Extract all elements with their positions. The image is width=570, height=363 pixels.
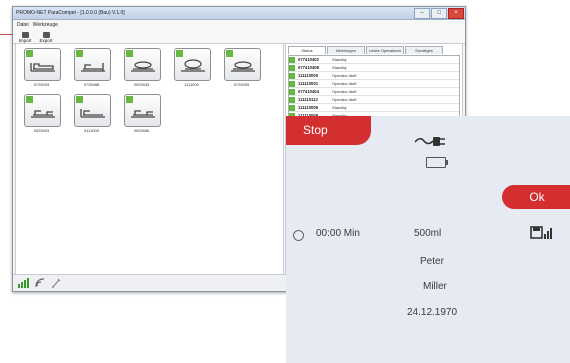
bed-label: 0725039: [233, 82, 250, 87]
device-id: 077410404: [298, 89, 319, 94]
status-swatch: [289, 104, 295, 111]
list-item[interactable]: 111110112 Operator läuft: [289, 96, 459, 104]
signal-icon: [18, 278, 29, 288]
bed-icon: [81, 63, 105, 72]
status-indicator: [126, 50, 133, 57]
close-button[interactable]: ×: [448, 8, 464, 19]
device-id: 111110001: [298, 81, 319, 86]
tab-meldungen[interactable]: Meldungen: [327, 46, 365, 54]
bed-tile[interactable]: 0025556: [124, 94, 162, 134]
export-button[interactable]: Export: [37, 32, 55, 43]
patient-last-name: Miller: [423, 281, 447, 292]
status-indicator: [76, 96, 83, 103]
status-indicator: [26, 96, 33, 103]
bed-icon: [31, 110, 55, 118]
bed-icon: [80, 109, 105, 118]
bed-tile[interactable]: 0025533: [124, 48, 162, 88]
battery-icon: [426, 157, 448, 168]
patient-first-name: Peter: [420, 256, 444, 267]
menu-datei[interactable]: Datei: [17, 22, 29, 28]
ok-button[interactable]: Ok: [502, 185, 570, 209]
device-id: 077410402: [298, 57, 319, 62]
device-id: 111110112: [298, 97, 318, 102]
device-id: 111110000: [298, 73, 319, 78]
bed-label: 0025533: [133, 82, 150, 87]
status-indicator: [76, 50, 83, 57]
bed-tile[interactable]: 0111000: [74, 94, 112, 134]
device-status: Standby: [332, 105, 347, 110]
device-id: 111110006: [298, 105, 319, 110]
device-status: Operator läuft: [332, 89, 357, 94]
bed-tile[interactable]: 0725033: [24, 48, 62, 88]
bed-label: 0025556: [133, 128, 150, 133]
bed-icon: [131, 110, 155, 118]
device-id: 077410408: [298, 65, 319, 70]
window-controls: – □ ×: [414, 8, 465, 19]
list-item[interactable]: 111110000 Operator läuft: [289, 72, 459, 80]
status-swatch: [289, 72, 295, 79]
bed-label: 0725033: [33, 82, 50, 87]
bed-icon: [131, 61, 155, 72]
tab-letzte-operatoren[interactable]: Letzte Operatoren: [366, 46, 404, 54]
menu-bar: Datei Werkzeuge: [13, 20, 465, 29]
bed-tile[interactable]: 1111000: [174, 48, 212, 88]
status-indicator: [226, 50, 233, 57]
bed-icon: [231, 61, 255, 72]
device-status: Operator läuft: [332, 97, 357, 102]
list-item[interactable]: 077410402 Standby: [289, 56, 459, 64]
bed-label: 1111000: [184, 82, 199, 87]
import-button[interactable]: Import: [16, 32, 34, 43]
list-item[interactable]: 111110006 Standby: [289, 104, 459, 112]
list-item[interactable]: 111110001 Operator läuft: [289, 80, 459, 88]
bed-tile[interactable]: 0725039: [224, 48, 262, 88]
list-item[interactable]: 077410408 Standby: [289, 64, 459, 72]
minimize-button[interactable]: –: [414, 8, 430, 19]
stop-button[interactable]: Stop: [286, 116, 371, 145]
bed-overview-pane: 0725033 0725088 0025533 1111000 0725039: [15, 43, 284, 277]
bed-icon: [30, 63, 55, 72]
device-status: Operator läuft: [332, 81, 357, 86]
title-bar: PROMO-NET ParaCompet - [1.0.0.0 (Bau) V.…: [13, 7, 465, 20]
status-indicator: [26, 50, 33, 57]
device-status: Standby: [332, 65, 347, 70]
plug-icon: [414, 137, 445, 146]
device-status: Operator läuft: [332, 73, 357, 78]
bed-tile[interactable]: 0725088: [74, 48, 112, 88]
status-swatch: [289, 64, 295, 71]
wifi-icon: [35, 278, 45, 288]
volume-value: 500ml: [414, 228, 442, 239]
bed-label: 0725088: [83, 82, 100, 87]
status-swatch: [289, 56, 295, 63]
status-tabs: Status Meldungen Letzte Operatoren Sonst…: [288, 46, 462, 55]
menu-werkzeuge[interactable]: Werkzeuge: [33, 22, 58, 28]
device-display: Stop Ok 00:00 Min 500ml Peter Miller 24.…: [286, 116, 570, 363]
status-indicator: [176, 50, 183, 57]
status-indicator: [126, 96, 133, 103]
bed-tile[interactable]: 0025003: [24, 94, 62, 134]
timer-radio[interactable]: [293, 230, 304, 241]
window-title: PROMO-NET ParaCompet - [1.0.0.0 (Bau) V.…: [16, 10, 125, 16]
toolbar: Import Export: [13, 29, 465, 44]
timer-value: 00:00 Min: [316, 228, 360, 239]
maximize-button[interactable]: □: [431, 8, 447, 19]
bed-label: 0025003: [33, 128, 50, 133]
status-swatch: [289, 88, 295, 95]
bed-label: 0111000: [84, 128, 99, 133]
pen-icon: [52, 278, 61, 288]
status-swatch: [289, 96, 295, 103]
bed-icon: [181, 59, 205, 72]
tab-status[interactable]: Status: [288, 46, 326, 54]
save-icon: [530, 226, 552, 239]
list-item[interactable]: 077410404 Operator läuft: [289, 88, 459, 96]
patient-birth-date: 24.12.1970: [407, 307, 458, 318]
status-swatch: [289, 80, 295, 87]
device-status: Standby: [332, 57, 347, 62]
tab-sonstiges[interactable]: Sonstiges: [405, 46, 443, 54]
